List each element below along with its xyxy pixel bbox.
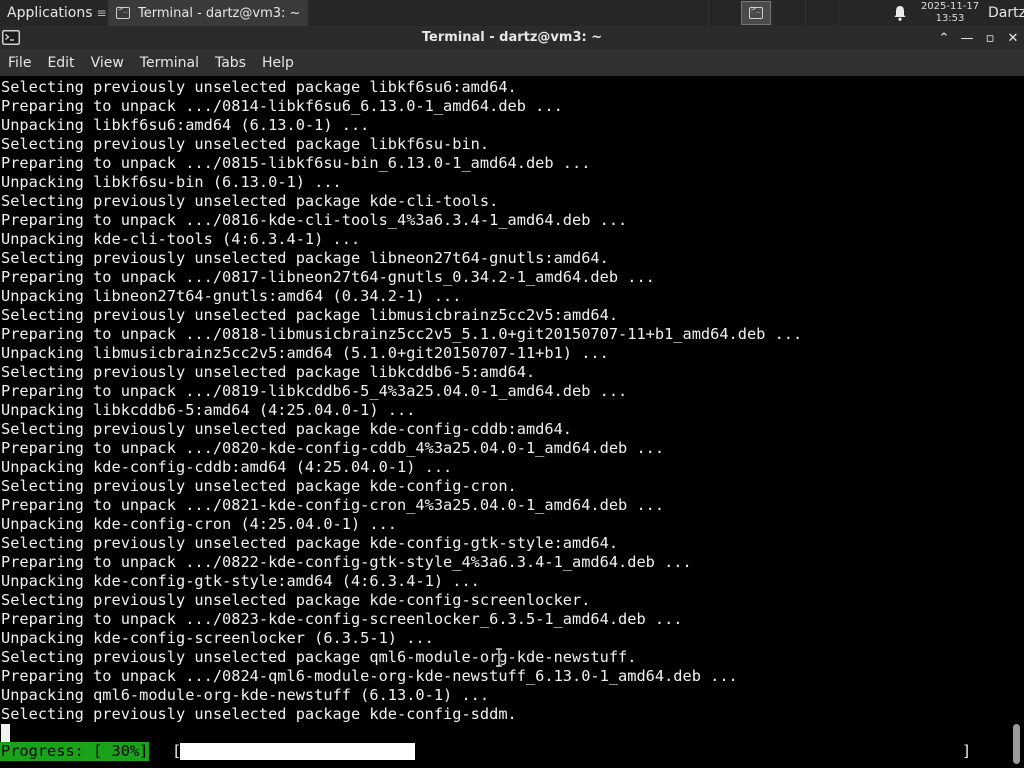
terminal-line: Selecting previously unselected package … <box>1 591 591 609</box>
terminal-line: Preparing to unpack .../0822-kde-config-… <box>1 553 692 571</box>
terminal-line: Preparing to unpack .../0820-kde-config-… <box>1 439 665 457</box>
terminal-line: Selecting previously unselected package … <box>1 78 517 96</box>
launcher-area <box>708 0 741 26</box>
terminal-line: Preparing to unpack .../0814-libkf6su6_6… <box>1 97 563 115</box>
terminal-line: Selecting previously unselected package … <box>1 534 619 552</box>
taskbar-button-terminal[interactable]: Terminal - dartz@vm3: ~ <box>108 0 308 26</box>
progress-bar <box>180 743 964 760</box>
terminal-line: Preparing to unpack .../0817-libneon27t6… <box>1 268 655 286</box>
ibeam-cursor-icon <box>496 648 502 667</box>
menu-help[interactable]: Help <box>254 50 302 76</box>
terminal-output[interactable]: Selecting previously unselected package … <box>0 76 1008 768</box>
launcher-area-right <box>772 0 871 26</box>
terminal-line: Unpacking kde-config-cron (4:25.04.0-1) … <box>1 515 398 533</box>
launcher-slot[interactable] <box>838 0 871 26</box>
top-panel: Applications ≡ Terminal - dartz@vm3: ~ 2… <box>0 0 1024 26</box>
close-icon: ✕ <box>1007 30 1019 46</box>
terminal-line: Unpacking libneon27t64-gnutls:amd64 (0.3… <box>1 287 462 305</box>
terminal-line: Unpacking libkf6su-bin (6.13.0-1) ... <box>1 173 342 191</box>
launcher-slot[interactable] <box>708 0 741 26</box>
window-titlebar[interactable]: Terminal - dartz@vm3: ~ ⌃ — ▫ ✕ <box>0 26 1024 50</box>
bell-icon[interactable] <box>892 4 908 22</box>
clock-date: 2025-11-17 <box>920 1 980 12</box>
window-title: Terminal - dartz@vm3: ~ <box>421 30 603 45</box>
terminal-icon <box>749 4 763 19</box>
chevron-up-icon: ⌃ <box>938 30 950 46</box>
terminal-line: Unpacking libmusicbrainz5cc2v5:amd64 (5.… <box>1 344 609 362</box>
maximize-button[interactable]: ▫ <box>980 28 1000 48</box>
terminal-line: Unpacking kde-config-gtk-style:amd64 (4:… <box>1 572 480 590</box>
clock[interactable]: 2025-11-17 13:53 <box>918 1 982 25</box>
terminal-line: Selecting previously unselected package … <box>1 363 536 381</box>
terminal-line: Selecting previously unselected package … <box>1 648 637 666</box>
clock-time: 13:53 <box>935 13 965 24</box>
menu-view[interactable]: View <box>83 50 132 76</box>
terminal-line: Preparing to unpack .../0815-libkf6su-bi… <box>1 154 591 172</box>
terminal-line: Unpacking kde-cli-tools (4:6.3.4-1) ... <box>1 230 361 248</box>
terminal-line: Unpacking kde-config-cddb:amd64 (4:25.04… <box>1 458 453 476</box>
terminal-line: Selecting previously unselected package … <box>1 135 490 153</box>
minimize-button[interactable]: — <box>957 28 977 48</box>
menu-bar: File Edit View Terminal Tabs Help <box>0 50 1024 76</box>
menu-tabs[interactable]: Tabs <box>207 50 254 76</box>
terminal-line: Unpacking kde-config-screenlocker (6.3.5… <box>1 629 434 647</box>
progress-bracket-close: ] <box>962 742 972 760</box>
vertical-scrollbar[interactable] <box>1008 76 1024 768</box>
maximize-icon: ▫ <box>985 30 995 46</box>
terminal-line: Preparing to unpack .../0816-kde-cli-too… <box>1 211 628 229</box>
maximize-vertical-button[interactable]: ⌃ <box>934 28 954 48</box>
terminal-line: Selecting previously unselected package … <box>1 306 619 324</box>
taskbar-button-label: Terminal - dartz@vm3: ~ <box>138 5 301 21</box>
terminal-line: Selecting previously unselected package … <box>1 477 517 495</box>
terminal-line: Unpacking libkf6su6:amd64 (6.13.0-1) ... <box>1 116 370 134</box>
applications-label: Applications <box>7 5 93 21</box>
terminal-line: Selecting previously unselected package … <box>1 705 517 723</box>
menu-file[interactable]: File <box>0 50 39 76</box>
scrollbar-thumb[interactable] <box>1013 724 1020 764</box>
terminal-line: Preparing to unpack .../0819-libkcddb6-5… <box>1 382 628 400</box>
terminal-line: Preparing to unpack .../0818-libmusicbra… <box>1 325 803 343</box>
menu-terminal[interactable]: Terminal <box>132 50 207 76</box>
terminal-lines: Selecting previously unselected package … <box>1 78 802 724</box>
progress-label: Progress: [ 30%] <box>0 742 150 761</box>
text-cursor <box>1 724 10 742</box>
applications-menu-button[interactable]: Applications ≡ <box>0 0 107 26</box>
minimize-icon: — <box>960 30 974 46</box>
applications-menu-icon: ≡ <box>96 6 107 20</box>
terminal-launcher-button[interactable] <box>741 1 771 25</box>
close-button[interactable]: ✕ <box>1003 28 1023 48</box>
terminal-icon <box>116 4 130 19</box>
terminal-line: Unpacking libkcddb6-5:amd64 (4:25.04.0-1… <box>1 401 416 419</box>
launcher-slot[interactable] <box>772 0 805 26</box>
user-menu[interactable]: Dartz <box>988 0 1024 26</box>
terminal-line: Selecting previously unselected package … <box>1 249 609 267</box>
progress-bar-fill <box>180 743 415 760</box>
terminal-line: Unpacking qml6-module-org-kde-newstuff (… <box>1 686 490 704</box>
terminal-line: Preparing to unpack .../0823-kde-config-… <box>1 610 683 628</box>
terminal-line: Preparing to unpack .../0824-qml6-module… <box>1 667 738 685</box>
terminal-line: Preparing to unpack .../0821-kde-config-… <box>1 496 665 514</box>
terminal-line: Selecting previously unselected package … <box>1 420 572 438</box>
menu-edit[interactable]: Edit <box>39 50 82 76</box>
launcher-slot[interactable] <box>805 0 838 26</box>
terminal-line: Selecting previously unselected package … <box>1 192 499 210</box>
